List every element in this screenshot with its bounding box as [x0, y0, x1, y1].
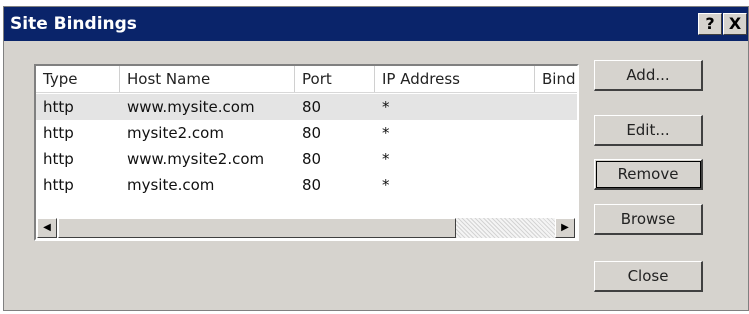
cell-type: http: [43, 150, 74, 168]
cell-type: http: [43, 124, 74, 142]
cell-host-name: www.mysite2.com: [127, 150, 265, 168]
help-button[interactable]: ?: [698, 13, 722, 35]
edit-button[interactable]: Edit...: [594, 115, 703, 146]
table-row[interactable]: http mysite.com 80 *: [36, 172, 577, 198]
cell-ip-address: *: [382, 150, 390, 168]
cell-ip-address: *: [382, 124, 390, 142]
cell-type: http: [43, 176, 74, 194]
site-bindings-dialog: Site Bindings ? X Type Host Name Port IP…: [3, 6, 749, 311]
scroll-track[interactable]: [456, 218, 555, 238]
column-header-ip-address[interactable]: IP Address: [375, 66, 535, 92]
list-header: Type Host Name Port IP Address Bind: [36, 66, 577, 93]
cell-port: 80: [302, 98, 322, 116]
table-row[interactable]: http www.mysite2.com 80 *: [36, 146, 577, 172]
horizontal-scrollbar[interactable]: ◀ ▶: [36, 217, 577, 239]
cell-port: 80: [302, 150, 322, 168]
add-button[interactable]: Add...: [594, 60, 703, 91]
column-header-port[interactable]: Port: [295, 66, 375, 92]
column-header-type[interactable]: Type: [36, 66, 120, 92]
cell-ip-address: *: [382, 176, 390, 194]
window-title: Site Bindings: [10, 14, 137, 34]
column-header-bind[interactable]: Bind: [535, 66, 577, 92]
remove-button[interactable]: Remove: [594, 159, 703, 190]
scroll-thumb[interactable]: [58, 218, 456, 238]
table-row[interactable]: http www.mysite.com 80 *: [36, 94, 577, 120]
title-bar[interactable]: Site Bindings ? X: [4, 7, 748, 41]
cell-host-name: www.mysite.com: [127, 98, 255, 116]
browse-button[interactable]: Browse: [594, 204, 703, 235]
scroll-right-icon[interactable]: ▶: [555, 218, 575, 238]
scroll-left-icon[interactable]: ◀: [37, 218, 57, 238]
bindings-list[interactable]: Type Host Name Port IP Address Bind http…: [34, 64, 579, 241]
table-row[interactable]: http mysite2.com 80 *: [36, 120, 577, 146]
column-header-host-name[interactable]: Host Name: [120, 66, 295, 92]
close-button[interactable]: Close: [594, 261, 703, 292]
cell-ip-address: *: [382, 98, 390, 116]
cell-type: http: [43, 98, 74, 116]
cell-port: 80: [302, 124, 322, 142]
close-window-button[interactable]: X: [723, 13, 747, 35]
cell-port: 80: [302, 176, 322, 194]
cell-host-name: mysite2.com: [127, 124, 224, 142]
cell-host-name: mysite.com: [127, 176, 215, 194]
